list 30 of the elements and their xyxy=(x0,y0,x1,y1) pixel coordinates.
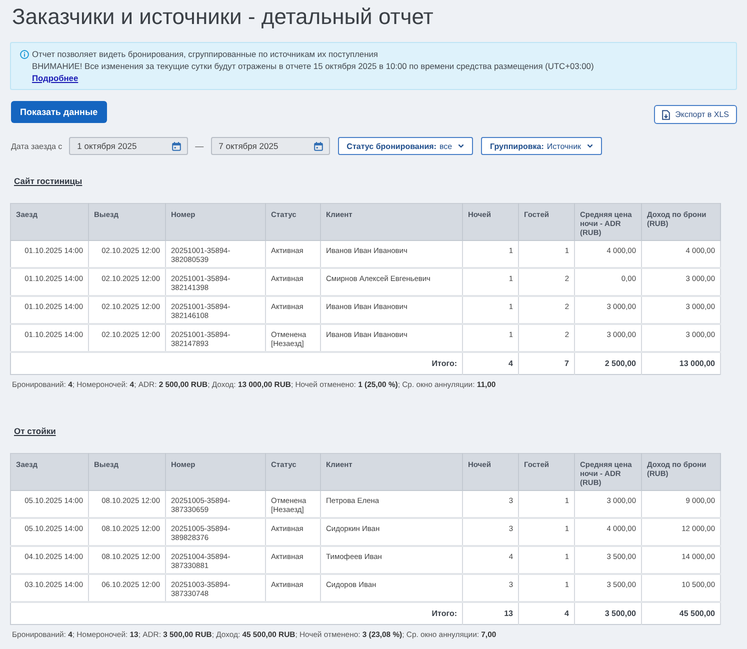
totals-cell: 7 xyxy=(518,352,574,374)
totals-cell: 4 xyxy=(518,602,574,624)
filter-dropdown[interactable]: Статус бронирования: все xyxy=(338,137,474,155)
page-title: Заказчики и источники - детальный отчет xyxy=(12,3,434,31)
chevron-down-icon xyxy=(458,144,464,148)
chevron-down-icon xyxy=(587,144,594,148)
export-button[interactable]: Экспорт в XLS xyxy=(654,105,737,124)
info-text: ВНИМАНИЕ! Все изменения за текущие сутки будут отражены в отчете 15 октября 2025 в 10:00 по времени средства размещения (UTC+03:00) xyxy=(32,60,594,72)
date-label: Дата заезда с xyxy=(11,142,62,150)
filter-dropdown[interactable]: Группировка: Источник xyxy=(481,137,602,155)
totals-cell: 4 xyxy=(462,352,518,374)
info-text: Отчет позволяет видеть бронирования, сгруппированные по источникам их поступления xyxy=(32,48,379,60)
totals-cell: 45 500,00 xyxy=(642,602,720,624)
totals-label: Итого: xyxy=(10,352,462,374)
more-link[interactable]: Подробнее xyxy=(32,72,78,84)
date-field[interactable]: 1 октября 2025 xyxy=(69,137,188,155)
date-separator: — xyxy=(195,141,204,151)
section-title: Сайт гостиницы xyxy=(14,176,82,187)
section-title: От стойки xyxy=(14,426,56,437)
totals-cell: 13 xyxy=(462,602,518,624)
totals-cell: 2 500,00 xyxy=(574,352,642,374)
show-data-button[interactable]: Показать данные xyxy=(11,101,107,123)
info-icon xyxy=(20,50,29,59)
document-icon xyxy=(662,110,670,120)
calendar-icon xyxy=(314,142,323,150)
totals-cell: 3 500,00 xyxy=(574,602,642,624)
date-field[interactable]: 7 октября 2025 xyxy=(210,137,330,155)
totals-label: Итого: xyxy=(10,602,462,624)
calendar-icon xyxy=(172,142,182,150)
totals-cell: 13 000,00 xyxy=(642,352,720,374)
